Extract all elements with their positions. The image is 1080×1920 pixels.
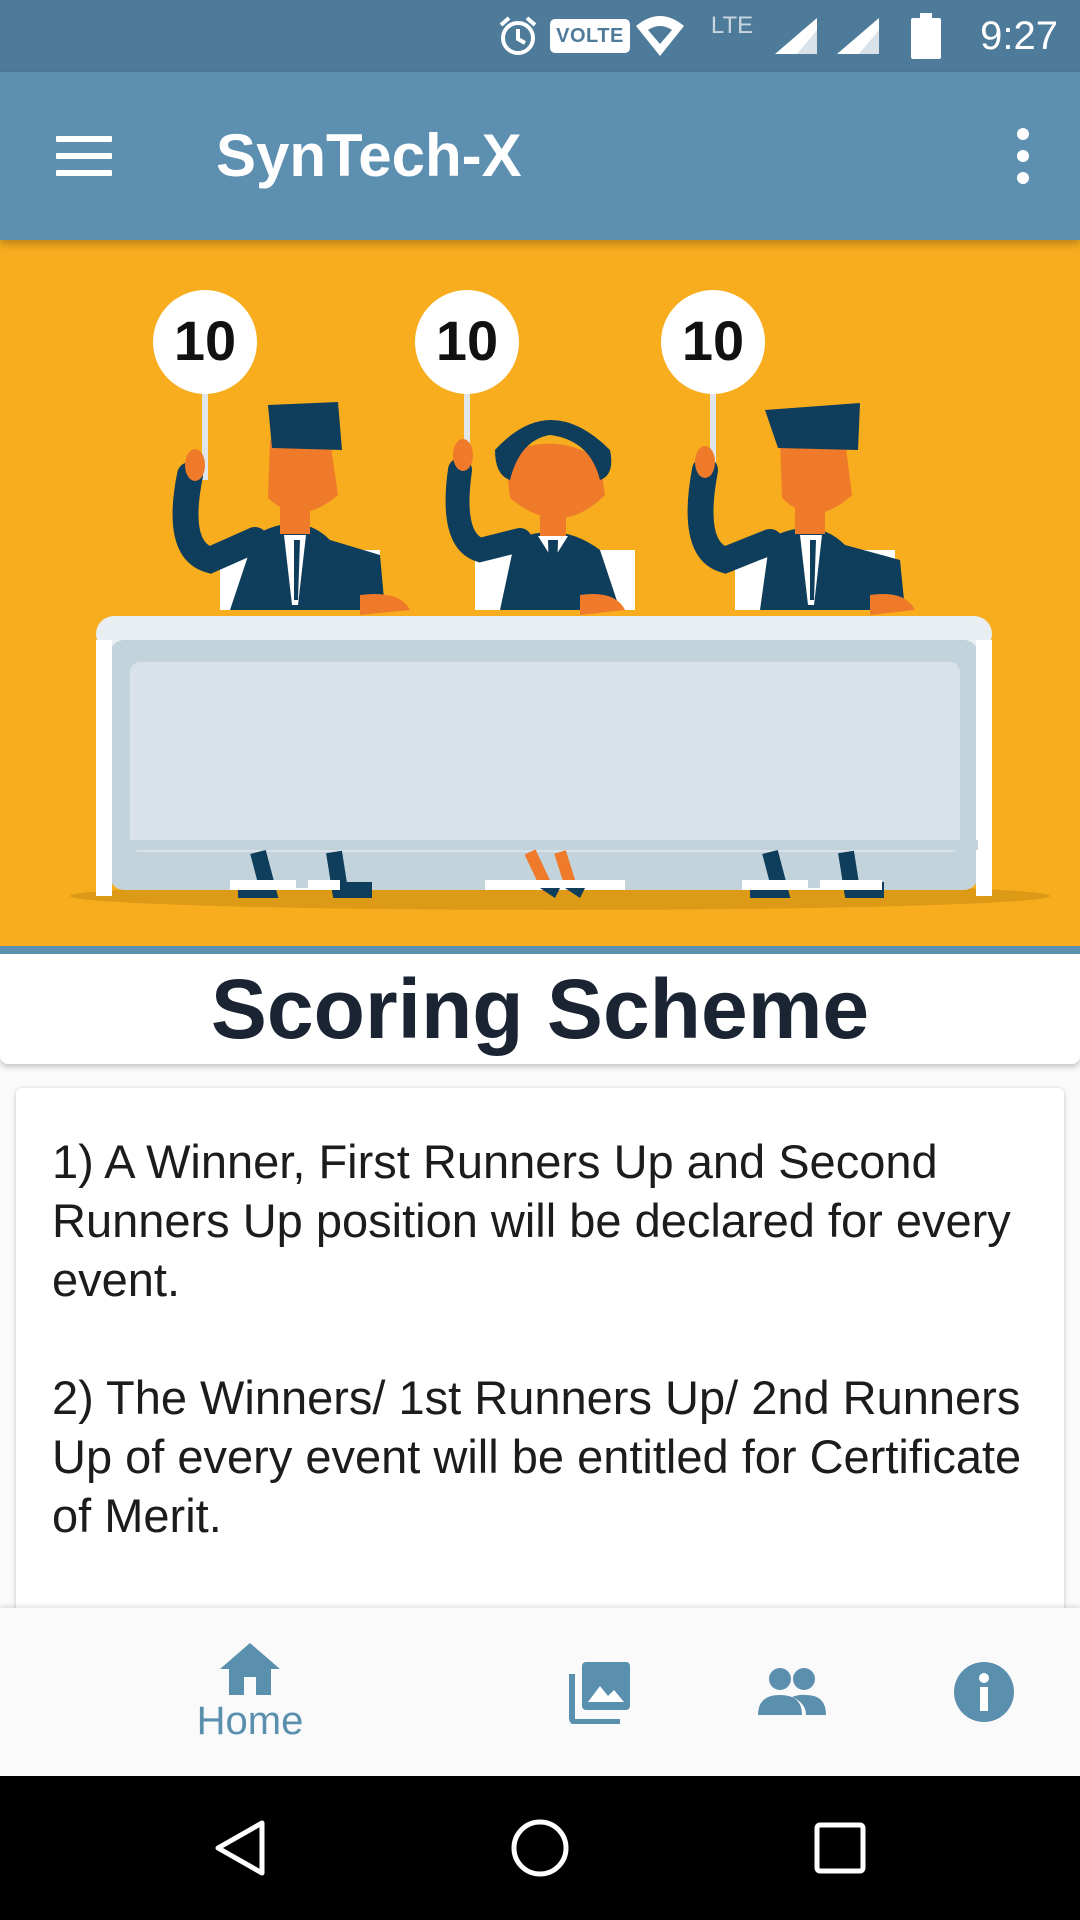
- signal-icon: [770, 0, 822, 72]
- home-icon: [220, 1642, 280, 1695]
- people-icon: [758, 1668, 826, 1715]
- info-icon: [954, 1662, 1014, 1722]
- nav-info[interactable]: [924, 1608, 1044, 1776]
- menu-icon[interactable]: [38, 116, 130, 196]
- gallery-icon: [569, 1662, 630, 1724]
- nav-home[interactable]: Home: [150, 1608, 350, 1776]
- heading-card: Scoring Scheme: [0, 954, 1080, 1064]
- status-time: 9:27: [980, 13, 1058, 58]
- battery-icon: [904, 0, 948, 72]
- hero-divider: [0, 946, 1080, 954]
- rule-item: 1) A Winner, First Runners Up and Second…: [52, 1135, 1011, 1306]
- wifi-icon: [632, 0, 688, 72]
- rules-card: 1) A Winner, First Runners Up and Second…: [16, 1088, 1064, 1628]
- nav-gallery[interactable]: [540, 1608, 660, 1776]
- nav-home-label: Home: [196, 1698, 304, 1743]
- volte-icon: VOLTE: [550, 0, 630, 72]
- lte-label: LTE: [710, 12, 754, 39]
- status-bar: VOLTE LTE 9:27: [0, 0, 1080, 72]
- volte-badge: VOLTE: [550, 19, 630, 53]
- page-heading: Scoring Scheme: [210, 962, 870, 1056]
- back-icon[interactable]: [170, 1776, 310, 1920]
- score-card-3: 10: [682, 309, 744, 372]
- bottom-navigation: Home: [0, 1608, 1080, 1776]
- home-circle-icon[interactable]: [470, 1776, 610, 1920]
- rule-item: 2) The Winners/ 1st Runners Up/ 2nd Runn…: [52, 1371, 1022, 1542]
- network-type: LTE: [704, 0, 760, 72]
- app-title: SynTech-X: [216, 122, 522, 189]
- score-card-1: 10: [174, 309, 236, 372]
- app-bar: SynTech-X: [0, 72, 1080, 240]
- system-navigation-bar: [0, 1776, 1080, 1920]
- more-vert-icon[interactable]: [988, 118, 1058, 194]
- nav-people[interactable]: [732, 1608, 852, 1776]
- score-card-2: 10: [436, 309, 498, 372]
- alarm-icon: [494, 0, 542, 72]
- recents-icon[interactable]: [770, 1776, 910, 1920]
- hero-illustration: 10 10 10: [0, 240, 1080, 946]
- judges-table: [96, 616, 992, 896]
- signal-icon: [832, 0, 884, 72]
- judges-illustration: 10 10 10: [70, 290, 1050, 910]
